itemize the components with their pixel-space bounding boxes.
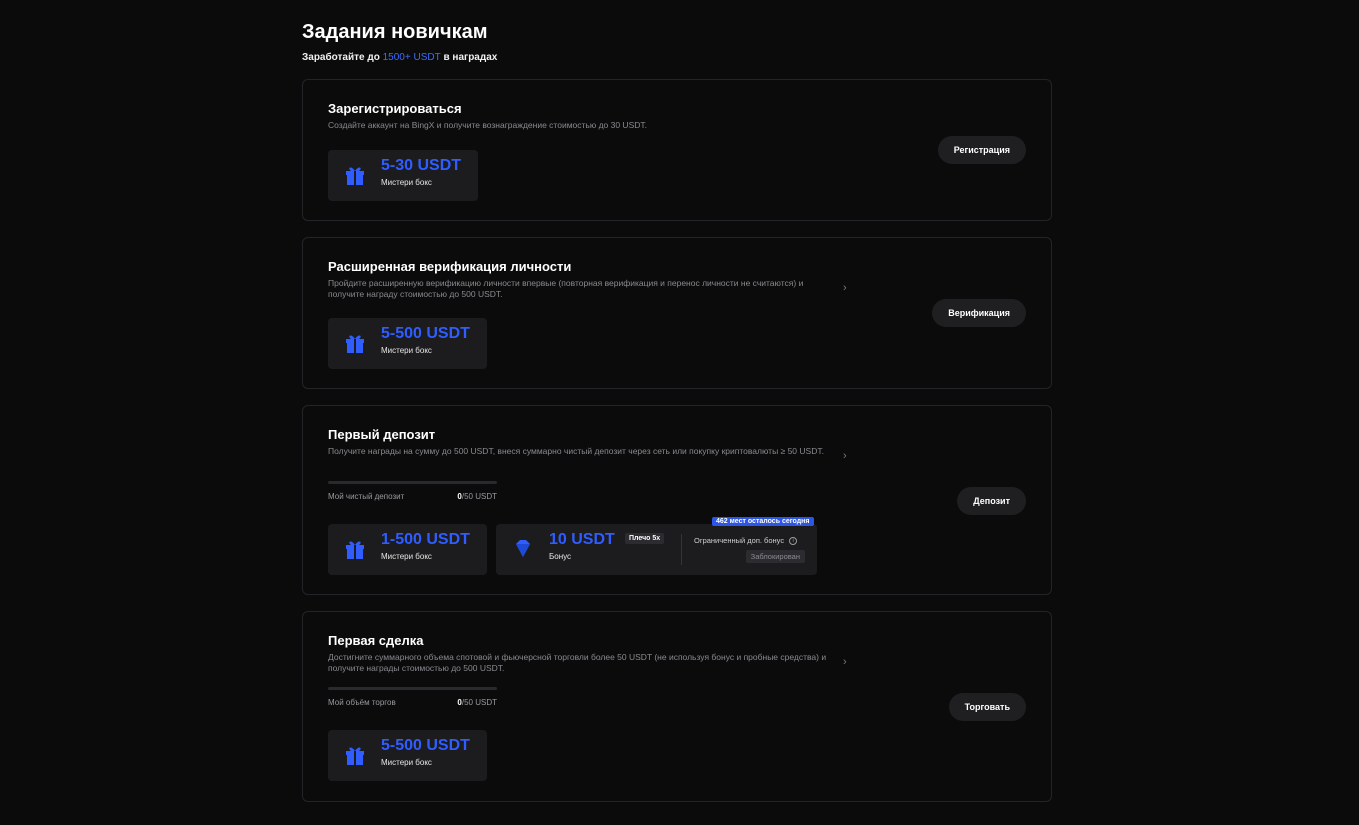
chevron-right-icon[interactable]: › [843, 282, 853, 294]
task-title: Расширенная верификация личности [328, 259, 572, 274]
task-description: Создайте аккаунт на BingX и получите воз… [328, 120, 647, 130]
task-card-register: Зарегистрироваться Создайте аккаунт на B… [302, 79, 1052, 221]
reward-amount: 5-500 USDT [381, 737, 470, 754]
verification-button[interactable]: Верификация [932, 299, 1026, 327]
gift-icon [346, 335, 364, 353]
reward-label: Мистери бокс [381, 346, 432, 355]
trade-button[interactable]: Торговать [948, 693, 1026, 721]
chevron-right-icon[interactable]: › [843, 656, 853, 668]
register-button[interactable]: Регистрация [937, 136, 1026, 164]
task-description: Получите награды на сумму до 500 USDT, в… [328, 446, 824, 456]
subtitle-suffix: в наградах [443, 52, 498, 63]
progress-value: 0/50 USDT [457, 492, 497, 501]
leverage-badge: Плечо 5x [625, 533, 665, 544]
subtitle-highlight: 1500+ USDT [382, 52, 441, 63]
reward-label: Мистери бокс [381, 758, 432, 767]
deposit-progress: Мой чистый депозит 0/50 USDT [328, 481, 497, 501]
gift-icon [346, 167, 364, 185]
divider [681, 534, 682, 565]
gift-icon [346, 747, 364, 765]
info-icon[interactable]: i [789, 537, 798, 546]
task-card-first-trade: Первая сделка Достигните суммарного объе… [302, 611, 1052, 802]
limited-bonus: Ограниченный доп. бонус i [694, 536, 798, 546]
reward-amount: 1-500 USDT [381, 531, 470, 548]
page-subtitle: Заработайте до 1500+ USDT в наградах [302, 52, 1052, 63]
progress-label: Мой объём торгов [328, 698, 396, 707]
diamond-icon [516, 540, 530, 557]
deposit-button[interactable]: Депозит [957, 487, 1026, 515]
progress-bar [328, 481, 497, 484]
newbie-tasks-page: Задания новичкам Заработайте до 1500+ US… [302, 20, 1052, 63]
reward-label: Мистери бокс [381, 552, 432, 561]
task-description: Пройдите расширенную верификацию личност… [328, 278, 804, 299]
task-title: Первый депозит [328, 427, 436, 442]
trade-progress: Мой объём торгов 0/50 USDT [328, 687, 497, 707]
reward-mystery-box: 5-500 USDT Мистери бокс [328, 318, 487, 369]
task-title: Первая сделка [328, 633, 424, 648]
progress-label: Мой чистый депозит [328, 492, 405, 501]
reward-mystery-box: 5-500 USDT Мистери бокс [328, 730, 487, 781]
reward-amount: 5-500 USDT [381, 325, 470, 342]
page-title: Задания новичкам [302, 21, 488, 43]
reward-bonus: 10 USDT Плечо 5x Бонус Ограниченный доп.… [496, 524, 817, 575]
reward-amount: 5-30 USDT [381, 157, 462, 174]
seats-left-badge: 462 мест осталось сегодня [712, 517, 814, 526]
limited-bonus-label: Ограниченный доп. бонус [694, 536, 785, 545]
task-title: Зарегистрироваться [328, 101, 462, 116]
progress-bar [328, 687, 497, 690]
chevron-right-icon[interactable]: › [843, 450, 853, 462]
subtitle-prefix: Заработайте до [302, 52, 380, 63]
gift-icon [346, 541, 364, 559]
bonus-label: Бонус [549, 552, 572, 561]
task-card-first-deposit: Первый депозит Получите награды на сумму… [302, 405, 1052, 595]
reward-mystery-box: 1-500 USDT Мистери бокс [328, 524, 487, 575]
reward-mystery-box: 5-30 USDT Мистери бокс [328, 150, 478, 201]
progress-value: 0/50 USDT [457, 698, 497, 707]
task-description: Достигните суммарного объема спотовой и … [328, 652, 827, 673]
bonus-amount: 10 USDT [549, 531, 615, 548]
task-card-verification: Расширенная верификация личности Пройдит… [302, 237, 1052, 389]
locked-status-badge: Заблокирован [745, 550, 805, 563]
reward-label: Мистери бокс [381, 178, 432, 187]
